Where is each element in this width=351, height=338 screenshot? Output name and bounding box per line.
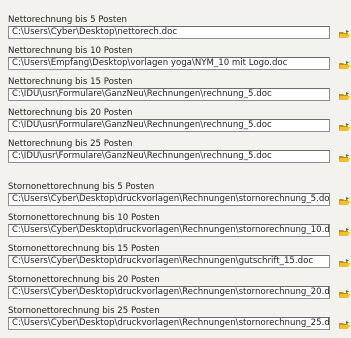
netto-label-5: Nettorechnung bis 5 Posten: [8, 15, 128, 25]
storno-label-5: Stornonettorechnung bis 5 Posten: [8, 182, 155, 192]
netto-path-input-5[interactable]: C:\Users\Cyber\Desktop\nettorech.doc: [8, 26, 330, 39]
folder-open-icon[interactable]: [339, 61, 350, 70]
folder-open-icon[interactable]: [339, 321, 350, 330]
folder-open-icon[interactable]: [339, 290, 350, 299]
netto-label-25: Nettorechnung bis 25 Posten: [8, 139, 133, 149]
netto-label-15: Nettorechnung bis 15 Posten: [8, 77, 133, 87]
folder-open-icon[interactable]: [339, 92, 350, 101]
storno-label-15: Stornonettorechnung bis 15 Posten: [8, 244, 160, 254]
netto-path-input-15[interactable]: C:\IDU\usr\Formulare\GanzNeu\Rechnungen\…: [8, 88, 330, 101]
folder-open-icon[interactable]: [339, 154, 350, 163]
storno-path-input-20[interactable]: C:\Users\Cyber\Desktop\druckvorlagen\Rec…: [8, 286, 330, 299]
netto-path-input-10[interactable]: C:\Users\Empfang\Desktop\vorlagen yoga\N…: [8, 57, 330, 70]
folder-open-icon[interactable]: [339, 197, 350, 206]
storno-label-10: Stornonettorechnung bis 10 Posten: [8, 213, 160, 223]
storno-path-input-25[interactable]: C:\Users\Cyber\Desktop\druckvorlagen\Rec…: [8, 317, 330, 330]
storno-label-25: Stornonettorechnung bis 25 Posten: [8, 306, 160, 316]
folder-open-icon[interactable]: [339, 30, 350, 39]
netto-path-input-25[interactable]: C:\IDU\usr\Formulare\GanzNeu\Rechnungen\…: [8, 150, 330, 163]
folder-open-icon[interactable]: [339, 123, 350, 132]
folder-open-icon[interactable]: [339, 228, 350, 237]
netto-label-10: Nettorechnung bis 10 Posten: [8, 46, 133, 56]
storno-path-input-10[interactable]: C:\Users\Cyber\Desktop\druckvorlagen\Rec…: [8, 224, 330, 237]
storno-path-input-15[interactable]: C:\Users\Cyber\Desktop\druckvorlagen\Rec…: [8, 255, 330, 268]
netto-path-input-20[interactable]: C:\IDU\usr\Formulare\GanzNeu\Rechnungen\…: [8, 119, 330, 132]
folder-open-icon[interactable]: [339, 259, 350, 268]
netto-label-20: Nettorechnung bis 20 Posten: [8, 108, 133, 118]
storno-label-20: Stornonettorechnung bis 20 Posten: [8, 275, 160, 285]
storno-path-input-5[interactable]: C:\Users\Cyber\Desktop\druckvorlagen\Rec…: [8, 193, 330, 206]
